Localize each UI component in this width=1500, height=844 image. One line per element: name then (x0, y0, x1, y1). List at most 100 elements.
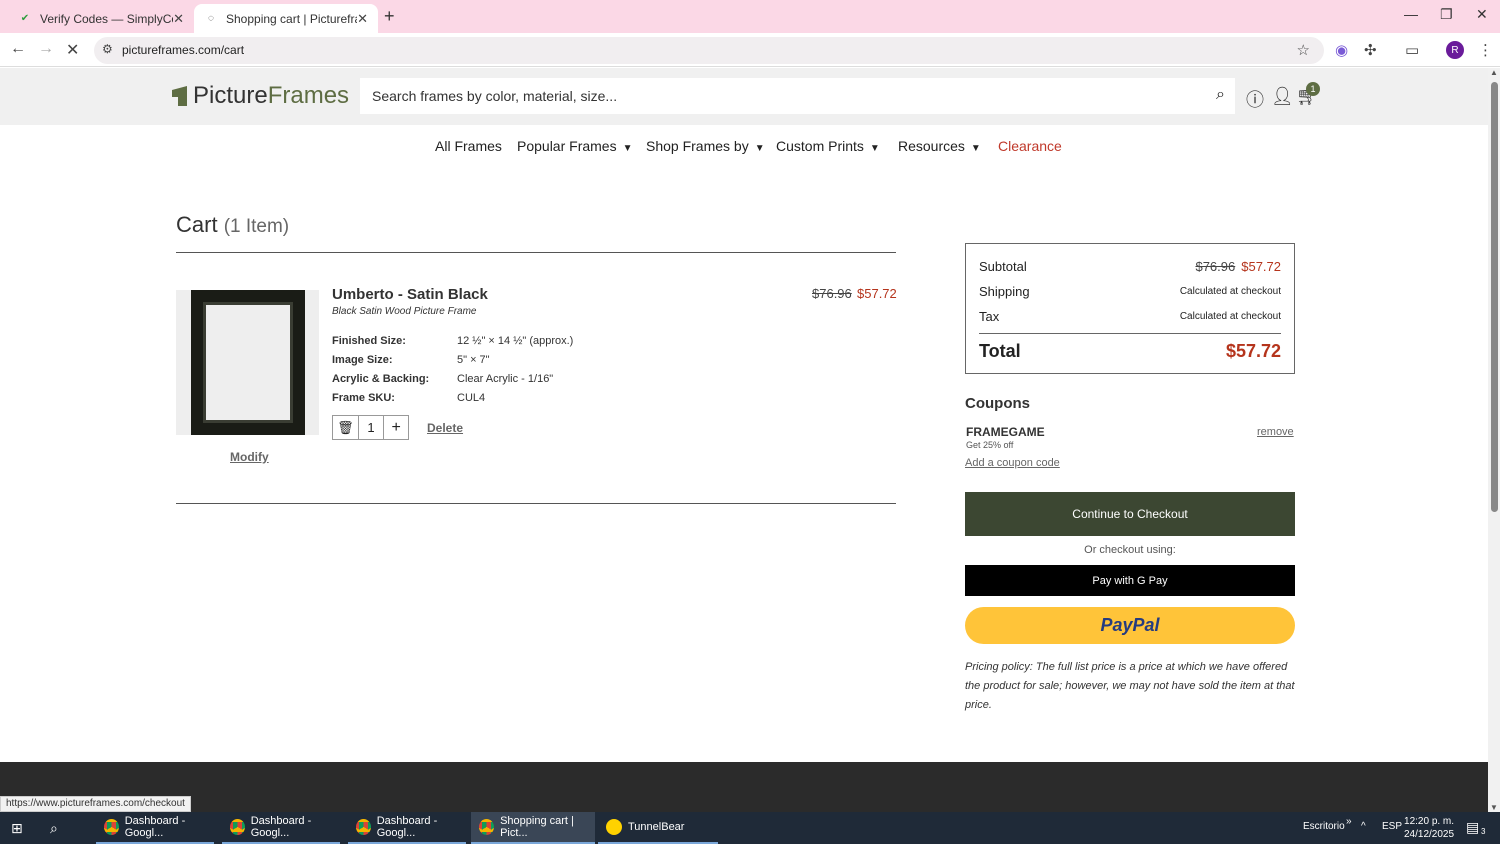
spec-label: Image Size: (332, 353, 393, 366)
extensions-puzzle-icon[interactable]: ✣ (1364, 41, 1377, 59)
tab-title: Shopping cart | Pictureframes.c (226, 11, 357, 26)
notifications-icon[interactable]: ▤ (1466, 819, 1479, 836)
product-name[interactable]: Umberto - Satin Black (332, 286, 488, 303)
taskbar-app-tunnelbear[interactable]: TunnelBear (598, 812, 718, 844)
taskbar-app-chrome[interactable]: Dashboard - Googl... (222, 812, 340, 844)
search-input[interactable] (360, 78, 1200, 114)
nav-custom-prints[interactable]: Custom Prints ▼ (776, 138, 880, 154)
scroll-up-icon[interactable]: ▲ (1490, 68, 1498, 77)
tray-chevron-up-icon[interactable]: ^ (1361, 821, 1366, 832)
continue-to-checkout-button[interactable]: Continue to Checkout (965, 492, 1295, 536)
extension-icon[interactable]: ◉ (1335, 41, 1348, 59)
quantity-stepper: 🗑︎ 1 + (332, 415, 409, 440)
taskbar-app-label: TunnelBear (628, 821, 685, 833)
tab-title: Verify Codes — SimplyCodes (40, 11, 173, 26)
bookmark-star-icon[interactable]: ☆ (1297, 41, 1310, 59)
notification-count: 3 (1481, 827, 1486, 836)
tab-simplycodes[interactable]: ✔ Verify Codes — SimplyCodes ✕ (8, 4, 194, 33)
quantity-value[interactable]: 1 (359, 416, 385, 439)
simplycodes-favicon-icon: ✔ (20, 13, 30, 24)
coupons-heading: Coupons (965, 395, 1030, 412)
page-scrollbar[interactable]: ▲ ▼ (1488, 68, 1500, 812)
plus-icon[interactable]: + (384, 416, 408, 439)
stop-loading-icon[interactable]: ✕ (66, 40, 79, 60)
spec-row: Acrylic & Backing: Clear Acrylic - 1/16" (332, 369, 573, 388)
minimize-icon[interactable]: — (1404, 6, 1418, 22)
taskbar-clock[interactable]: 12:20 p. m. 24/12/2025 (1404, 815, 1454, 841)
close-tab-icon[interactable]: ✕ (357, 11, 368, 27)
address-bar[interactable]: ⚙ pictureframes.com/cart ☆ (94, 37, 1324, 64)
account-icon[interactable]: 👤︎ (1271, 86, 1294, 107)
restore-icon[interactable]: ❐ (1440, 6, 1453, 23)
clock-date: 24/12/2025 (1404, 829, 1455, 840)
tab-search-icon[interactable]: ▭ (1405, 41, 1419, 59)
nav-resources[interactable]: Resources ▼ (898, 138, 981, 154)
pricing-policy: Pricing policy: The full list price is a… (965, 661, 1295, 711)
chevron-down-icon: ▼ (869, 143, 880, 154)
browser-tab-strip: ✔ Verify Codes — SimplyCodes ✕ ◌ Shoppin… (0, 0, 1500, 33)
paypal-button[interactable]: PayPal (965, 607, 1295, 644)
site-logo[interactable]: Picture Frames (172, 82, 349, 110)
forward-icon[interactable]: → (38, 40, 54, 58)
product-specs: Finished Size: 12 ½" × 14 ½" (approx.) Im… (332, 331, 573, 407)
loading-favicon-icon: ◌ (208, 13, 214, 24)
trash-icon[interactable]: 🗑︎ (333, 416, 359, 439)
chrome-icon (104, 819, 119, 835)
clock-time: 12:20 p. m. (1404, 816, 1455, 827)
profile-avatar[interactable]: R (1446, 41, 1464, 59)
chevron-down-icon: ▼ (970, 143, 981, 154)
taskbar-app-label: Dashboard - Googl... (376, 815, 438, 839)
frame-mat (203, 302, 293, 423)
google-pay-button[interactable]: Pay with G Pay (965, 565, 1295, 596)
window-close-icon[interactable]: ✕ (1476, 6, 1488, 23)
scrollbar-thumb[interactable] (1491, 82, 1498, 512)
nav-all-frames[interactable]: All Frames (435, 138, 502, 154)
cart-item-count: (1 Item) (223, 216, 290, 237)
tab-shopping-cart[interactable]: ◌ Shopping cart | Pictureframes.c ✕ (194, 4, 378, 33)
nav-popular-frames[interactable]: Popular Frames ▼ (517, 138, 633, 154)
remove-coupon-link[interactable]: remove (1257, 426, 1294, 438)
windows-start-icon[interactable]: ⊞ (11, 820, 23, 837)
divider (176, 252, 896, 253)
cart-count-badge: 1 (1306, 82, 1320, 96)
nav-label: Custom Prints (776, 138, 864, 154)
taskbar-app-chrome[interactable]: Dashboard - Googl... (348, 812, 466, 844)
add-coupon-link[interactable]: Add a coupon code (965, 457, 1060, 469)
delete-link[interactable]: Delete (427, 421, 463, 435)
chrome-icon (479, 819, 495, 835)
help-icon[interactable]: ⓘ (1246, 86, 1264, 112)
nav-label: Shop Frames by (646, 138, 749, 154)
tax-value: Calculated at checkout (1179, 311, 1281, 322)
address-url[interactable]: pictureframes.com/cart (122, 43, 244, 57)
site-header: PictureFrames ⌕ ⓘ 👤︎ 🛒︎ 1 (0, 68, 1488, 125)
site-info-icon[interactable]: ⚙ (102, 42, 113, 56)
taskbar-app-label: Dashboard - Googl... (124, 815, 186, 839)
spec-value: Clear Acrylic - 1/16" (457, 372, 554, 385)
product-thumbnail[interactable] (191, 290, 305, 435)
desktop-toolbar-label[interactable]: Escritorio (1303, 821, 1345, 832)
total-row: Total $57.72 (979, 333, 1281, 369)
subtotal-sale: $57.72 (1241, 259, 1281, 274)
nav-clearance[interactable]: Clearance (998, 138, 1062, 154)
spec-row: Image Size: 5" × 7" (332, 350, 573, 369)
order-summary: Subtotal $76.96 $57.72 Shipping Calculate… (965, 243, 1295, 374)
taskbar-search-icon[interactable]: ⌕ (50, 820, 58, 837)
new-tab-icon[interactable]: + (384, 6, 395, 27)
search-icon[interactable]: ⌕ (1216, 86, 1225, 104)
nav-shop-frames-by[interactable]: Shop Frames by ▼ (646, 138, 765, 154)
language-indicator[interactable]: ESP (1382, 821, 1402, 832)
double-chevron-icon[interactable]: » (1346, 816, 1352, 827)
coupon-description: Get 25% off (966, 440, 1014, 450)
modify-link[interactable]: Modify (230, 450, 269, 464)
product-subtitle: Black Satin Wood Picture Frame (332, 306, 477, 317)
back-icon[interactable]: ← (10, 40, 26, 58)
spec-label: Finished Size: (332, 334, 406, 347)
close-tab-icon[interactable]: ✕ (173, 11, 184, 27)
taskbar-app-chrome-active[interactable]: Shopping cart | Pict... (471, 812, 595, 844)
taskbar-app-chrome[interactable]: Dashboard - Googl... (96, 812, 214, 844)
taskbar-app-label: Shopping cart | Pict... (500, 815, 574, 839)
scroll-down-icon[interactable]: ▼ (1490, 803, 1498, 812)
nav-label: Popular Frames (517, 138, 617, 154)
item-original-price: $76.96 (812, 286, 852, 301)
browser-menu-icon[interactable]: ⋮ (1478, 41, 1493, 59)
